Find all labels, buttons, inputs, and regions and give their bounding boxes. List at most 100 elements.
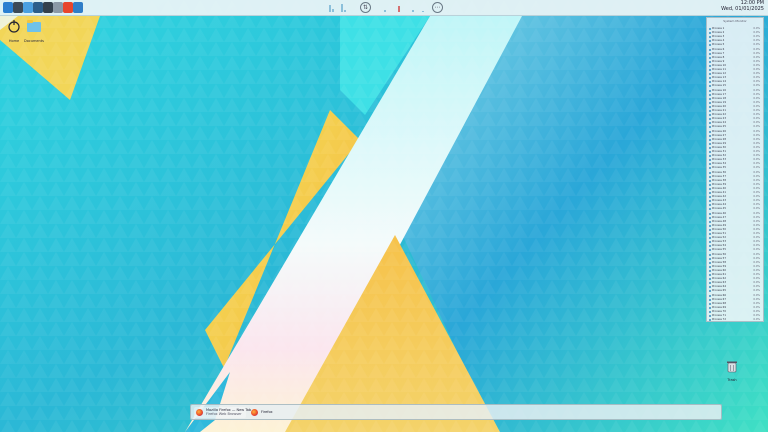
process-icon <box>709 204 711 207</box>
terminal-icon[interactable] <box>13 2 23 13</box>
process-icon <box>709 208 711 211</box>
process-icon <box>709 151 711 153</box>
process-icon <box>709 261 711 264</box>
process-icon <box>709 146 711 149</box>
process-icon <box>709 89 711 92</box>
desktop-icon-documents[interactable]: Documents <box>20 18 48 43</box>
calculator-icon[interactable] <box>43 2 53 13</box>
network-tray-icon[interactable]: ⇅ <box>360 2 371 13</box>
process-icon <box>709 241 711 244</box>
process-icon <box>709 40 711 43</box>
process-icon <box>709 302 711 305</box>
desktop-icon-trash[interactable]: Trash <box>722 358 742 382</box>
process-icon <box>709 278 711 281</box>
process-icon <box>709 290 711 293</box>
process-icon <box>709 216 711 219</box>
archive-icon[interactable] <box>33 2 43 13</box>
process-icon <box>709 73 711 76</box>
system-monitor-widget[interactable]: System Monitor Process 1 0.0% Process 2 0.0… <box>706 17 764 322</box>
process-icon <box>709 269 711 272</box>
process-icon <box>709 298 711 301</box>
firefox-icon <box>251 409 258 416</box>
files-icon[interactable] <box>23 2 33 13</box>
process-icon <box>709 134 711 137</box>
process-icon <box>709 126 711 129</box>
process-icon <box>709 220 711 223</box>
process-icon <box>709 196 711 199</box>
process-name: Process 72 <box>712 318 726 322</box>
top-panel: ⇅ ⋯ 12:00 PM Wed, 01/01/2025 <box>0 0 768 16</box>
process-icon <box>709 233 711 235</box>
process-icon <box>709 224 711 227</box>
process-icon <box>709 81 711 84</box>
process-icon <box>709 253 711 256</box>
menu-tray-icon[interactable]: ⋯ <box>432 2 443 13</box>
process-icon <box>709 319 711 321</box>
clock[interactable]: 12:00 PM Wed, 01/01/2025 <box>721 0 764 12</box>
process-icon <box>709 52 711 55</box>
process-icon <box>709 32 711 35</box>
process-icon <box>709 122 711 125</box>
process-icon <box>709 110 711 112</box>
process-icon <box>709 237 711 240</box>
process-icon <box>709 130 711 133</box>
process-icon <box>709 294 711 297</box>
process-icon <box>709 315 711 317</box>
process-icon <box>709 179 711 182</box>
globe-icon[interactable] <box>73 2 83 13</box>
process-icon <box>709 183 711 186</box>
process-icon <box>709 163 711 166</box>
process-icon <box>709 286 711 289</box>
process-icon <box>709 171 711 174</box>
process-icon <box>709 60 711 63</box>
process-icon <box>709 56 711 59</box>
process-icon <box>709 192 711 194</box>
home-folder-icon <box>8 20 20 33</box>
task-label: Firefox <box>261 410 273 414</box>
process-icon <box>709 138 711 141</box>
process-icon <box>709 36 711 39</box>
process-icon <box>709 97 711 100</box>
app-launcher-icon[interactable] <box>3 2 13 13</box>
process-icon <box>709 114 711 117</box>
process-icon <box>709 28 711 30</box>
process-icon <box>709 167 711 170</box>
process-icon <box>709 159 711 162</box>
desktop-icon-label: Documents <box>24 39 44 43</box>
process-icon <box>709 101 711 104</box>
process-usage: 0.0% <box>753 318 760 322</box>
process-icon <box>709 69 711 71</box>
process-icon <box>709 228 711 231</box>
process-icon <box>709 212 711 215</box>
folder-icon <box>27 20 41 32</box>
process-icon <box>709 175 711 178</box>
widget-title: System Monitor <box>723 19 747 23</box>
firefox-icon <box>196 409 203 416</box>
trash-icon <box>727 361 737 373</box>
process-icon <box>709 257 711 260</box>
process-icon <box>709 274 711 276</box>
process-icon <box>709 200 711 203</box>
process-icon <box>709 64 711 67</box>
process-icon <box>709 310 711 313</box>
process-icon <box>709 306 711 309</box>
task-firefox-window-2[interactable]: Firefox <box>249 407 297 418</box>
taskbar: Mozilla Firefox — New Tab Firefox Web Br… <box>190 404 722 420</box>
memory-graph-icon <box>384 6 424 12</box>
task-sublabel: Firefox Web Browser <box>206 412 242 416</box>
process-icon <box>709 142 711 145</box>
task-firefox-window-1[interactable]: Mozilla Firefox — New Tab Firefox Web Br… <box>194 407 251 418</box>
desktop-wallpaper <box>0 0 768 432</box>
process-icon <box>709 85 711 88</box>
process-icon <box>709 93 711 96</box>
process-icon <box>709 48 711 51</box>
settings-icon[interactable] <box>53 2 63 13</box>
process-icon <box>709 265 711 268</box>
firefox-icon[interactable] <box>63 2 73 13</box>
process-icon <box>709 118 711 121</box>
cpu-graph-icon <box>329 4 346 12</box>
trash-label: Trash <box>727 378 737 382</box>
process-icon <box>709 77 711 80</box>
process-icon <box>709 245 711 248</box>
process-icon <box>709 282 711 285</box>
